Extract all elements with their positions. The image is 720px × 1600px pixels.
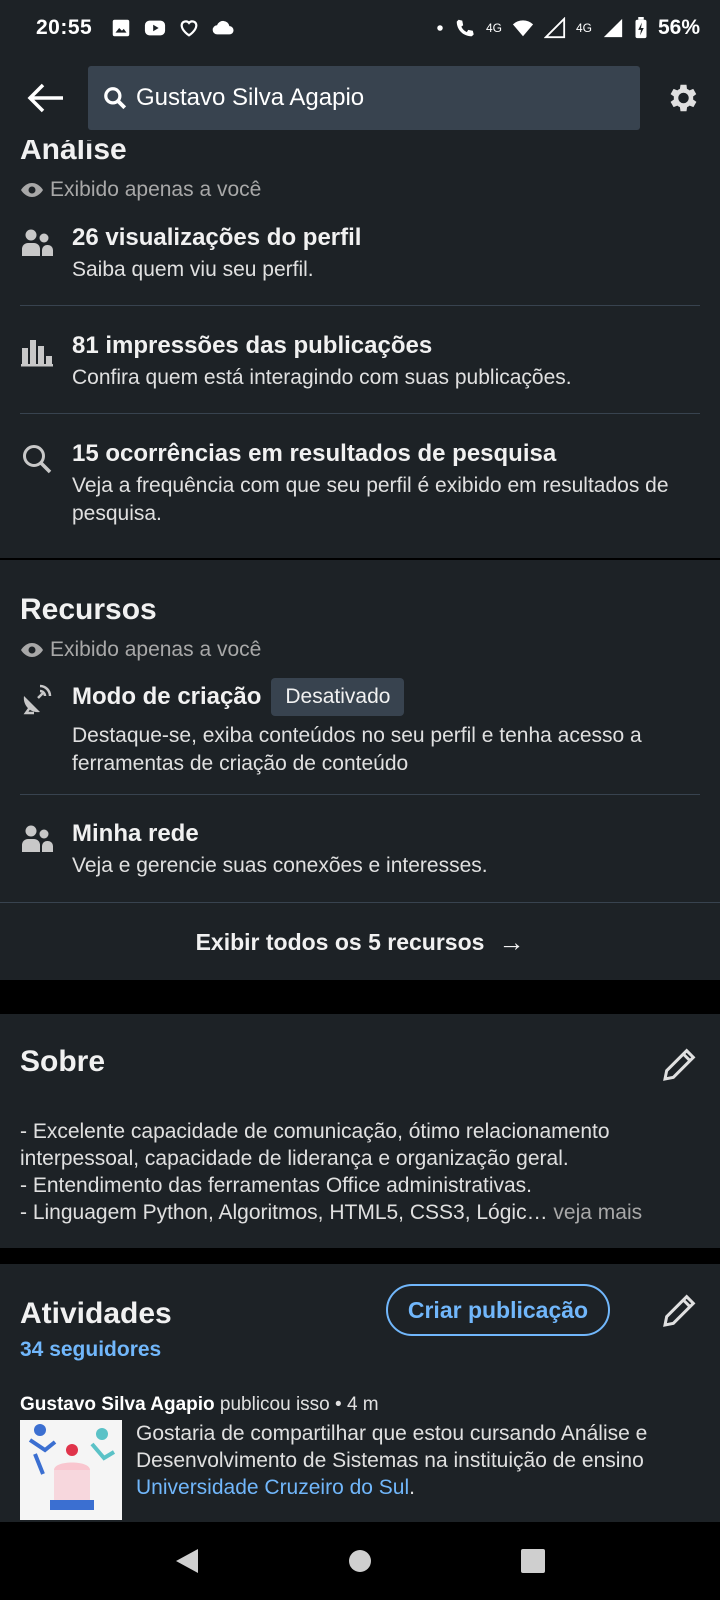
divider bbox=[20, 794, 700, 795]
people-icon bbox=[22, 229, 53, 256]
bar-chart-icon bbox=[21, 340, 53, 367]
about-text: - Excelente capacidade de comunicação, ó… bbox=[0, 1118, 720, 1226]
youtube-icon bbox=[145, 20, 166, 36]
people-icon bbox=[22, 825, 53, 852]
about-line: - Entendimento das ferramentas Office ad… bbox=[20, 1174, 533, 1197]
my-network-item[interactable]: Minha rede Veja e gerencie suas conexões… bbox=[0, 818, 720, 880]
nav-recents-button[interactable] bbox=[513, 1541, 553, 1581]
creator-mode-title: Modo de criação bbox=[72, 683, 262, 710]
post-impressions-item[interactable]: 81 impressões das publicações Confira qu… bbox=[0, 330, 720, 392]
analysis-card: Análise Exibido apenas a você 26 visuali… bbox=[0, 140, 720, 558]
divider bbox=[20, 305, 700, 306]
post-author[interactable]: Gustavo Silva Agapio bbox=[20, 1394, 215, 1415]
settings-button[interactable] bbox=[662, 78, 702, 118]
show-all-label: Exibir todos os 5 recursos bbox=[195, 928, 485, 955]
profile-views-item[interactable]: 26 visualizações do perfil Saiba quem vi… bbox=[0, 222, 720, 284]
resources-card: Recursos Exibido apenas a você Modo de c… bbox=[0, 560, 720, 980]
network-label-1: 4G bbox=[485, 21, 502, 35]
profile-views-title: 26 visualizações do perfil bbox=[72, 224, 362, 251]
search-appearances-item[interactable]: 15 ocorrências em resultados de pesquisa… bbox=[0, 438, 720, 528]
edit-pencil-icon[interactable] bbox=[660, 1290, 700, 1330]
post-text: Gostaria de compartilhar que estou cursa… bbox=[122, 1420, 700, 1520]
post-meta: Gustavo Silva Agapio publicou isso • 4 m bbox=[0, 1394, 379, 1416]
search-icon bbox=[23, 445, 52, 474]
illustration-image bbox=[20, 1420, 122, 1520]
profile-content[interactable]: Análise Exibido apenas a você 26 visuali… bbox=[0, 140, 720, 1522]
square-recents-icon bbox=[521, 1549, 546, 1573]
divider bbox=[20, 413, 700, 414]
creator-mode-item[interactable]: Modo de criação Desativado Destaque-se, e… bbox=[0, 678, 720, 778]
battery-percent: 56% bbox=[657, 16, 700, 39]
see-more-link[interactable]: veja mais bbox=[553, 1201, 642, 1224]
analysis-title: Análise bbox=[20, 140, 127, 166]
search-appearances-subtitle: Veja a frequência com que seu perfil é e… bbox=[72, 474, 669, 525]
resources-title: Recursos bbox=[20, 593, 157, 626]
resources-visibility: Exibido apenas a você bbox=[0, 638, 261, 662]
post-thumbnail bbox=[20, 1420, 122, 1520]
about-line: - Excelente capacidade de comunicação, ó… bbox=[20, 1120, 610, 1170]
network-label-2: 4G bbox=[575, 21, 592, 35]
cloud-icon bbox=[212, 20, 234, 35]
create-post-button[interactable]: Criar publicação bbox=[386, 1284, 610, 1336]
wifi-icon bbox=[512, 20, 534, 37]
creator-mode-subtitle: Destaque-se, exiba conteúdos no seu perf… bbox=[72, 724, 642, 775]
system-nav-bar bbox=[0, 1522, 720, 1600]
gear-icon bbox=[670, 84, 697, 112]
triangle-back-icon bbox=[175, 1549, 198, 1573]
my-network-subtitle: Veja e gerencie suas conexões e interess… bbox=[72, 854, 488, 877]
visibility-text: Exibido apenas a você bbox=[50, 178, 262, 201]
eye-icon bbox=[21, 183, 43, 197]
notification-icons bbox=[110, 17, 234, 39]
status-bar: 20:55 4G 4G 56% bbox=[0, 0, 720, 56]
visibility-text: Exibido apenas a você bbox=[50, 638, 262, 661]
signal-icon bbox=[543, 17, 566, 39]
post-impressions-subtitle: Confira quem está interagindo com suas p… bbox=[72, 366, 572, 389]
arrow-right-icon: → bbox=[498, 926, 525, 957]
call-icon bbox=[456, 19, 474, 37]
search-appearances-title: 15 ocorrências em resultados de pesquisa bbox=[72, 440, 557, 467]
about-line: - Linguagem Python, Algoritmos, HTML5, C… bbox=[20, 1201, 548, 1224]
heart-icon bbox=[180, 20, 198, 37]
search-bar[interactable]: Gustavo Silva Agapio bbox=[88, 66, 640, 130]
post-impressions-title: 81 impressões das publicações bbox=[72, 332, 433, 359]
post-text-end: . bbox=[409, 1476, 415, 1499]
activities-title: Atividades bbox=[20, 1297, 172, 1330]
post-text-body: Gostaria de compartilhar que estou cursa… bbox=[136, 1422, 648, 1472]
back-button[interactable] bbox=[24, 76, 68, 120]
institution-link[interactable]: Universidade Cruzeiro do Sul bbox=[136, 1476, 409, 1499]
show-all-resources-button[interactable]: Exibir todos os 5 recursos → bbox=[0, 903, 720, 981]
back-arrow-icon bbox=[27, 83, 63, 113]
edit-pencil-icon[interactable] bbox=[660, 1044, 700, 1084]
battery-icon bbox=[635, 17, 647, 39]
about-title: Sobre bbox=[20, 1045, 106, 1078]
my-network-title: Minha rede bbox=[72, 820, 199, 847]
profile-views-subtitle: Saiba quem viu seu perfil. bbox=[72, 258, 314, 281]
about-card: Sobre - Excelente capacidade de comunica… bbox=[0, 1014, 720, 1248]
search-icon bbox=[104, 87, 127, 110]
post-item[interactable]: Gostaria de compartilhar que estou cursa… bbox=[0, 1420, 720, 1520]
nav-home-button[interactable] bbox=[340, 1541, 380, 1581]
top-bar: Gustavo Silva Agapio bbox=[0, 56, 720, 140]
signal-full-icon bbox=[603, 18, 623, 38]
eye-icon bbox=[21, 643, 43, 657]
followers-count[interactable]: 34 seguidores bbox=[0, 1338, 161, 1362]
image-icon bbox=[112, 19, 130, 37]
search-input[interactable]: Gustavo Silva Agapio bbox=[136, 84, 364, 112]
satellite-dish-icon bbox=[23, 684, 52, 715]
activities-card: Atividades Criar publicação 34 seguidore… bbox=[0, 1264, 720, 1522]
status-badge: Desativado bbox=[271, 678, 405, 716]
dot-icon bbox=[437, 25, 443, 31]
post-action: publicou isso • 4 m bbox=[219, 1394, 379, 1415]
nav-back-button[interactable] bbox=[167, 1541, 207, 1581]
analysis-visibility: Exibido apenas a você bbox=[0, 178, 261, 202]
circle-home-icon bbox=[348, 1550, 371, 1572]
status-time: 20:55 bbox=[36, 16, 93, 39]
